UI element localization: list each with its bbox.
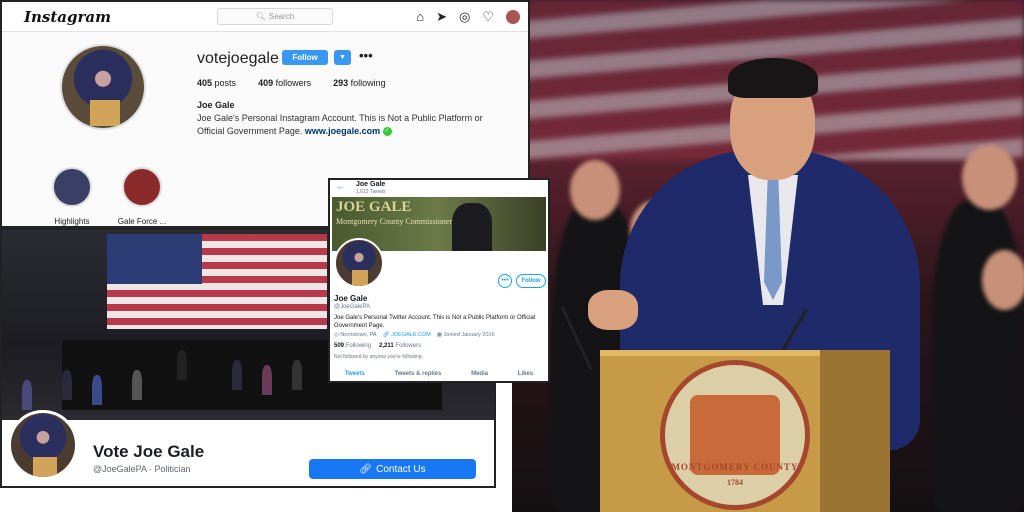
twitter-header: ← Joe Gale 1,612 Tweets	[330, 180, 548, 196]
contact-us-button[interactable]: 🔗︎ Contact Us	[309, 459, 476, 479]
profile-username: votejoegale	[197, 50, 279, 67]
more-options-icon[interactable]: •••	[359, 48, 373, 63]
profile-name: Joe Gale	[197, 100, 235, 110]
profile-avatar-icon[interactable]	[506, 9, 520, 24]
banner-person	[452, 203, 492, 251]
highlight-thumbnail	[122, 167, 162, 207]
tab-likes[interactable]: Likes	[518, 371, 533, 377]
follow-button[interactable]: Follow	[282, 50, 328, 65]
back-arrow-icon[interactable]: ←	[336, 181, 345, 191]
tab-tweets-replies[interactable]: Tweets & replies	[394, 371, 441, 377]
followers-stat[interactable]: 409 followers	[258, 78, 311, 88]
profile-stats: 405 posts 409 followers 293 following	[197, 78, 386, 88]
chevron-down-icon[interactable]: ▼	[334, 50, 351, 65]
following-stat[interactable]: 509 Following	[334, 343, 371, 349]
search-input[interactable]: 🔍︎ Search	[217, 8, 333, 25]
highlight-label: Gale Force ...	[117, 217, 167, 226]
profile-bio: Joe Gale's Personal Instagram Account. T…	[197, 113, 483, 137]
audience-person	[62, 370, 72, 400]
check-icon: ✓	[382, 127, 392, 137]
audience-person	[177, 350, 187, 380]
followers-stat[interactable]: 2,211 Followers	[379, 343, 421, 349]
story-highlight[interactable]: Gale Force ...	[112, 167, 172, 226]
background-person	[932, 200, 1024, 512]
header-tweet-count: 1,612 Tweets	[356, 189, 386, 195]
speaker-hair	[728, 58, 818, 98]
audience-person	[22, 380, 32, 410]
profile-link[interactable]: 🔗︎ JOEGALE.COM	[383, 332, 431, 338]
not-followed-note: Not followed by anyone you're following	[334, 354, 422, 360]
location: ◎ Norristown, PA	[334, 332, 377, 338]
tab-media[interactable]: Media	[471, 371, 488, 377]
audience-person	[132, 370, 142, 400]
audience-person	[92, 375, 102, 405]
highlight-label: Highlights	[54, 217, 90, 226]
story-highlight[interactable]: Highlights	[42, 167, 102, 226]
profile-bio: Joe Gale's Personal Twitter Account. Thi…	[334, 315, 536, 329]
background-person-head	[982, 250, 1024, 310]
flag-canton	[107, 234, 202, 284]
audience-person	[232, 360, 242, 390]
page-subtitle: @JoeGalePA · Politician	[93, 464, 191, 474]
follow-button[interactable]: Follow	[516, 274, 546, 288]
direct-icon[interactable]: ➤	[436, 8, 447, 25]
instagram-nav: ⌂ ➤ ◎ ♡	[416, 8, 520, 25]
profile-tabs: Tweets Tweets & replies Media Likes	[330, 371, 548, 377]
profile-handle: @JoeGalePA	[334, 304, 370, 310]
instagram-top-bar: Instagram 🔍︎ Search ⌂ ➤ ◎ ♡	[2, 2, 528, 32]
audience-person	[262, 365, 272, 395]
highlight-thumbnail	[52, 167, 92, 207]
seal-text: MONTGOMERY COUNTY	[671, 462, 799, 472]
background-person-head	[962, 145, 1017, 210]
seal-year: 1784	[727, 478, 743, 487]
banner-title: JOE GALE	[336, 199, 412, 215]
home-icon[interactable]: ⌂	[416, 8, 424, 25]
page-title: Vote Joe Gale	[93, 442, 205, 461]
avatar[interactable]	[60, 44, 146, 130]
search-icon: 🔍︎	[255, 12, 266, 21]
link-icon: 🔗︎	[359, 463, 373, 475]
tab-tweets[interactable]: Tweets	[345, 371, 365, 377]
banner-subtitle: Montgomery County Commissioner	[336, 217, 452, 226]
audience-person	[292, 360, 302, 390]
profile-name: Joe Gale	[334, 294, 368, 303]
background-person-head	[570, 160, 620, 220]
more-options-icon[interactable]: •••	[498, 274, 512, 288]
twitter-profile-panel: ← Joe Gale 1,612 Tweets JOE GALE Montgom…	[328, 178, 550, 383]
heart-icon[interactable]: ♡	[482, 8, 494, 25]
avatar[interactable]	[8, 410, 78, 480]
joined-date: ▦ Joined January 2016	[436, 332, 495, 338]
podium-side	[820, 350, 890, 512]
avatar[interactable]	[334, 238, 384, 288]
explore-icon[interactable]: ◎	[459, 8, 470, 25]
instagram-logo[interactable]: Instagram	[24, 8, 111, 26]
header-name: Joe Gale	[356, 181, 386, 188]
profile-link[interactable]: www.joegale.com	[305, 126, 380, 136]
posts-stat: 405 posts	[197, 78, 237, 88]
follow-counts: 509 Following 2,211 Followers	[334, 343, 421, 349]
search-placeholder: Search	[268, 12, 295, 21]
profile-meta: ◎ Norristown, PA 🔗︎ JOEGALE.COM ▦ Joined…	[334, 332, 495, 338]
speaker-hand	[588, 290, 638, 330]
following-stat[interactable]: 293 following	[333, 78, 386, 88]
